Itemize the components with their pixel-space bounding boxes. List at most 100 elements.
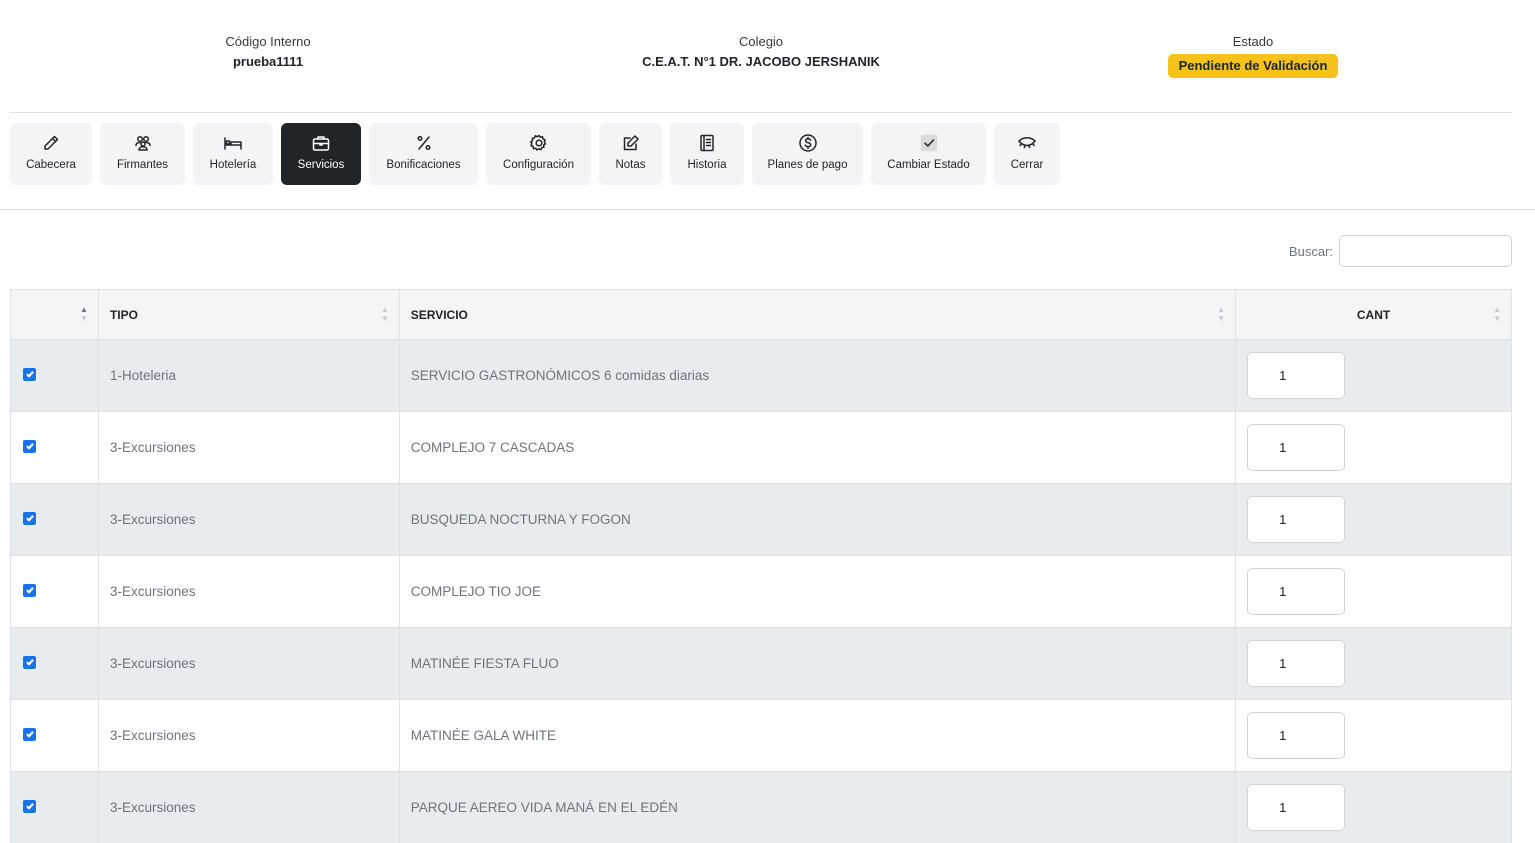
- gear-icon: [529, 134, 546, 151]
- tipo-cell: 3-Excursiones: [97, 699, 400, 772]
- estado-block: Estado Pendiente de Validación: [1153, 34, 1353, 78]
- row-checkbox[interactable]: [23, 799, 36, 813]
- cambiar-estado-label: Cambiar Estado: [887, 159, 970, 171]
- planes-de-pago-label: Planes de pago: [767, 159, 848, 171]
- servicio-cell: MATINÉE FIESTA FLUO: [398, 627, 1237, 700]
- servicio-cell: MATINÉE GALA WHITE: [398, 699, 1237, 772]
- percent-icon: [416, 135, 431, 151]
- dollar-coin-icon: [798, 134, 817, 152]
- sort-icon: ▲ ▼: [380, 305, 389, 323]
- tipo-cell: 3-Excursiones: [97, 627, 400, 700]
- select-column-header[interactable]: ▲ ▼: [10, 289, 99, 340]
- tipo-cell: 3-Excursiones: [97, 411, 400, 484]
- check-icon: [25, 371, 34, 379]
- servicio-header-label: SERVICIO: [410, 307, 468, 322]
- journal-icon: [700, 134, 714, 152]
- firmantes-button[interactable]: Firmantes: [100, 123, 185, 185]
- cambiar-estado-button[interactable]: Cambiar Estado: [871, 123, 986, 185]
- table-row: 3-Excursiones MATINÉE GALA WHITE 1: [10, 699, 1512, 772]
- services-table: ▲ ▼ TIPO ▲ ▼ SERVICIO ▲ ▼ CANT ▲ ▼ 1-Hoteler…: [10, 289, 1512, 843]
- pencil-icon: [44, 135, 59, 150]
- search-label: Buscar:: [1288, 243, 1333, 259]
- search-box: Buscar:: [1289, 235, 1512, 267]
- sort-icon: ▲ ▼: [1493, 305, 1501, 323]
- cant-column-header[interactable]: CANT ▲ ▼: [1235, 289, 1512, 340]
- firmantes-label: Firmantes: [116, 159, 169, 171]
- cabecera-label: Cabecera: [26, 159, 76, 171]
- row-checkbox[interactable]: [23, 367, 36, 381]
- check-icon: [25, 803, 34, 811]
- table-row: 3-Excursiones COMPLEJO TIO JOE 1: [10, 555, 1512, 628]
- hoteleria-button[interactable]: Hotelería: [193, 123, 273, 185]
- codigo-interno-block: Código Interno prueba1111: [168, 34, 368, 70]
- check-icon: [25, 659, 34, 667]
- hoteleria-label: Hotelería: [209, 159, 257, 171]
- check-icon: [25, 515, 34, 523]
- table-row: 3-Excursiones MATINÉE FIESTA FLUO 1: [10, 627, 1512, 700]
- estado-label: Estado: [1232, 34, 1274, 49]
- quantity-input[interactable]: 1: [1247, 568, 1346, 615]
- quantity-input[interactable]: 1: [1247, 712, 1346, 759]
- cabecera-button[interactable]: Cabecera: [10, 123, 92, 185]
- servicios-button[interactable]: Servicios: [281, 123, 361, 185]
- table-row: 1-Hoteleria SERVICIO GASTRONÓMICOS 6 com…: [10, 339, 1512, 412]
- quantity-input[interactable]: 1: [1247, 784, 1346, 831]
- bed-icon: [224, 137, 242, 150]
- eye-closed-icon: [1018, 136, 1036, 149]
- table-row: 3-Excursiones COMPLEJO 7 CASCADAS 1: [10, 411, 1512, 484]
- table-header-row: ▲ ▼ TIPO ▲ ▼ SERVICIO ▲ ▼ CANT ▲ ▼: [10, 289, 1512, 340]
- servicio-cell: COMPLEJO 7 CASCADAS: [398, 411, 1237, 484]
- cerrar-label: Cerrar: [1010, 159, 1044, 171]
- colegio-value: C.E.A.T. N°1 DR. JACOBO JERSHANIK: [642, 54, 880, 69]
- row-checkbox[interactable]: [23, 583, 36, 597]
- sort-icon: ▲ ▼: [80, 305, 88, 323]
- search-input[interactable]: [1339, 235, 1512, 267]
- historia-label: Historia: [687, 159, 727, 171]
- quantity-input[interactable]: 1: [1247, 640, 1346, 687]
- servicio-cell: COMPLEJO TIO JOE: [398, 555, 1237, 628]
- tipo-header-label: TIPO: [109, 307, 138, 322]
- check-icon: [25, 443, 34, 451]
- codigo-interno-value: prueba1111: [232, 54, 304, 69]
- sort-icon: ▲ ▼: [1217, 305, 1226, 323]
- tipo-cell: 3-Excursiones: [97, 483, 400, 556]
- row-checkbox[interactable]: [23, 727, 36, 741]
- servicios-label: Servicios: [297, 159, 345, 171]
- table-row: 3-Excursiones PARQUE AEREO VIDA MANÁ EN …: [10, 771, 1512, 843]
- tipo-column-header[interactable]: TIPO ▲ ▼: [97, 289, 400, 340]
- planes-de-pago-button[interactable]: Planes de pago: [752, 123, 863, 185]
- configuracion-label: Configuración: [503, 159, 574, 171]
- check-icon: [25, 587, 34, 595]
- table-row: 3-Excursiones BUSQUEDA NOCTURNA Y FOGON …: [10, 483, 1512, 556]
- row-checkbox[interactable]: [23, 439, 36, 453]
- servicio-cell: BUSQUEDA NOCTURNA Y FOGON: [398, 483, 1237, 556]
- servicio-cell: PARQUE AEREO VIDA MANÁ EN EL EDÉN: [398, 771, 1237, 843]
- divider: [0, 209, 1535, 210]
- colegio-block: Colegio C.E.A.T. N°1 DR. JACOBO JERSHANI…: [561, 34, 961, 70]
- servicio-column-header[interactable]: SERVICIO ▲ ▼: [398, 289, 1237, 340]
- bonificaciones-button[interactable]: Bonificaciones: [369, 123, 478, 185]
- check-icon: [25, 731, 34, 739]
- quantity-input[interactable]: 1: [1247, 496, 1346, 543]
- row-checkbox[interactable]: [23, 511, 36, 525]
- historia-button[interactable]: Historia: [670, 123, 744, 185]
- cant-header-label: CANT: [1356, 307, 1391, 322]
- status-badge: Pendiente de Validación: [1167, 54, 1339, 78]
- quantity-input[interactable]: 1: [1247, 352, 1346, 399]
- tipo-cell: 3-Excursiones: [97, 771, 400, 843]
- quantity-input[interactable]: 1: [1247, 424, 1346, 471]
- edit-note-icon: [623, 135, 639, 151]
- tipo-cell: 1-Hoteleria: [97, 339, 400, 412]
- check-square-icon: [920, 134, 937, 152]
- colegio-label: Colegio: [738, 34, 784, 49]
- codigo-interno-label: Código Interno: [225, 34, 311, 49]
- servicio-cell: SERVICIO GASTRONÓMICOS 6 comidas diarias: [398, 339, 1237, 412]
- cerrar-button[interactable]: Cerrar: [994, 123, 1060, 185]
- briefcase-icon: [312, 136, 330, 151]
- notas-button[interactable]: Notas: [599, 123, 662, 185]
- configuracion-button[interactable]: Configuración: [486, 123, 591, 185]
- tipo-cell: 3-Excursiones: [97, 555, 400, 628]
- info-bar: Código Interno prueba1111 Colegio C.E.A.…: [10, 0, 1512, 113]
- people-icon: [134, 135, 151, 151]
- row-checkbox[interactable]: [23, 655, 36, 669]
